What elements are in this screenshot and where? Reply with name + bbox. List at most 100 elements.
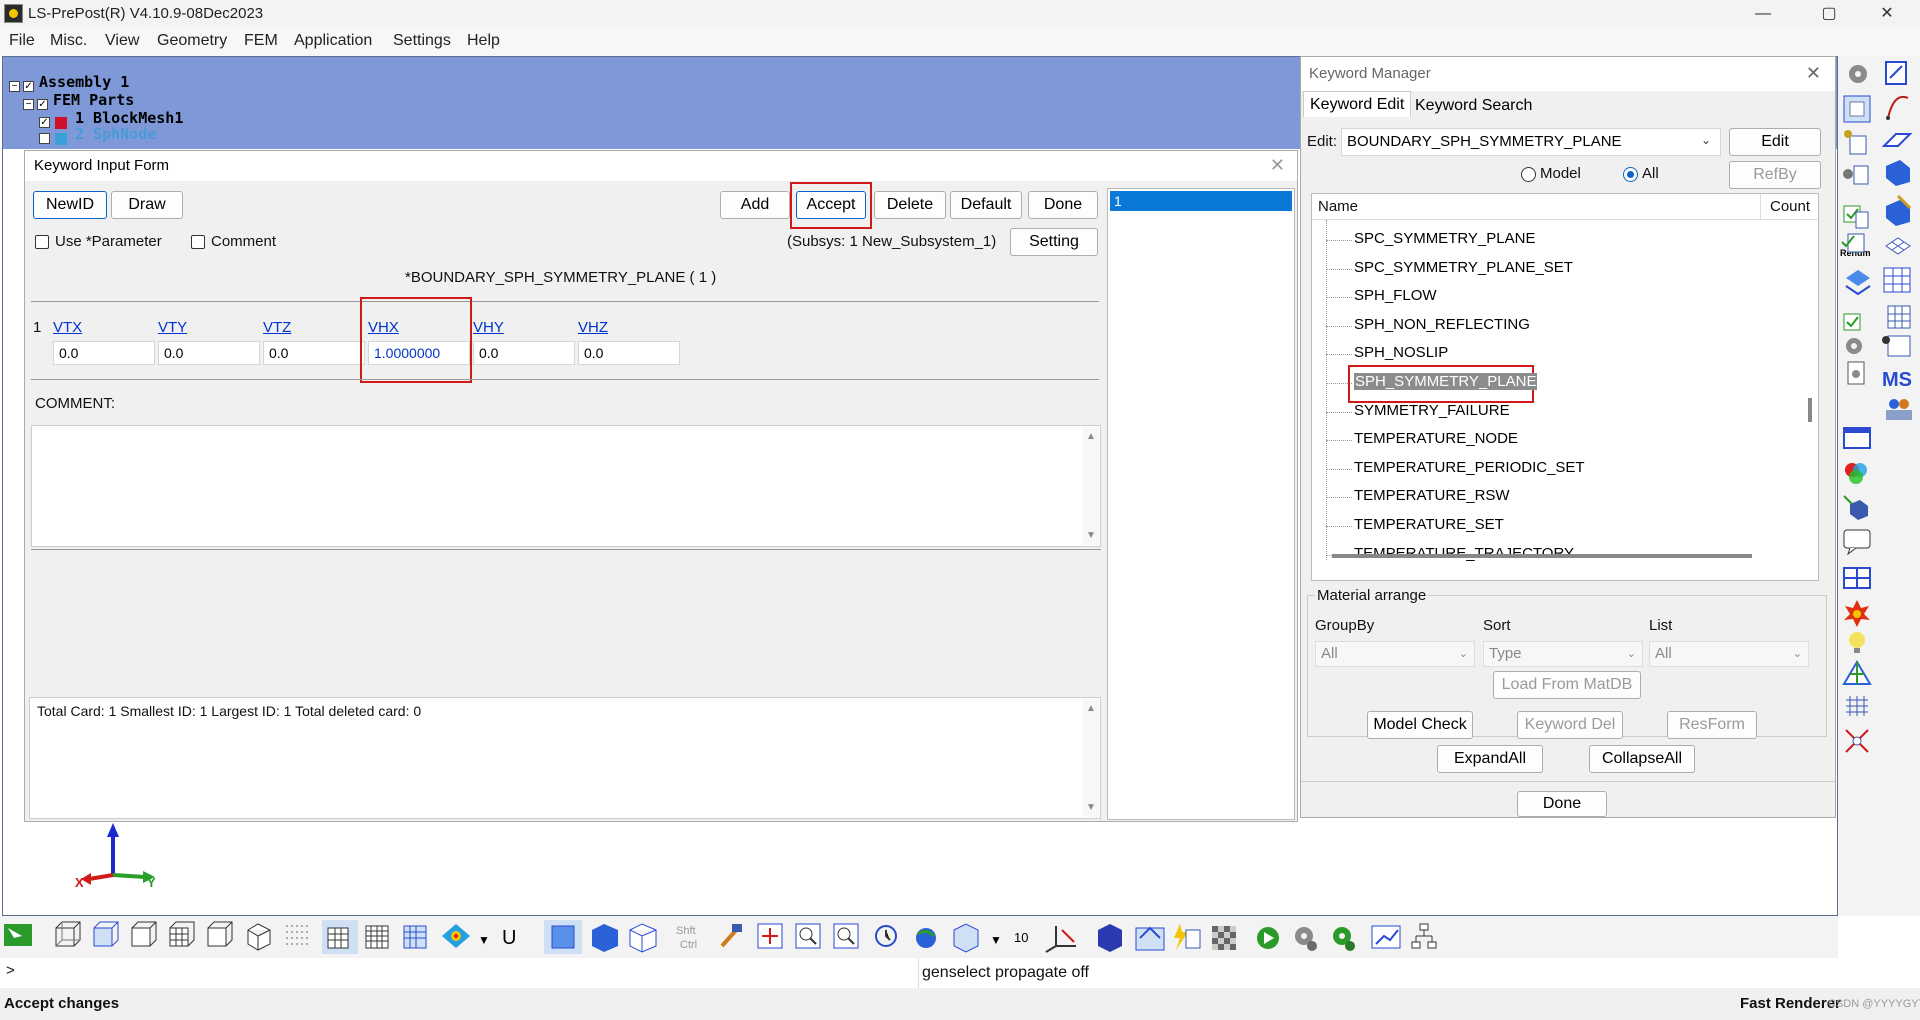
default-button[interactable]: Default bbox=[950, 191, 1022, 219]
tree-expander[interactable]: − bbox=[23, 99, 34, 110]
keyword-item[interactable]: TEMPERATURE_SET bbox=[1354, 516, 1504, 533]
close-button[interactable]: ✕ bbox=[1864, 2, 1910, 26]
people-icon[interactable] bbox=[1886, 399, 1912, 420]
keyword-item[interactable]: TEMPERATURE_NODE bbox=[1354, 430, 1518, 447]
element-edit-icon[interactable] bbox=[1843, 95, 1871, 123]
u-label[interactable]: U bbox=[502, 927, 516, 949]
id-list-item[interactable]: 1 bbox=[1110, 191, 1292, 211]
comment-checkbox[interactable] bbox=[191, 235, 205, 249]
menu-settings[interactable]: Settings bbox=[393, 32, 451, 50]
tree-expander[interactable]: − bbox=[9, 81, 20, 92]
outline-cube-icon[interactable] bbox=[247, 923, 271, 951]
manager-close-icon[interactable]: ✕ bbox=[1806, 63, 1821, 84]
blue-mesh-icon[interactable] bbox=[403, 925, 427, 949]
edit-combo[interactable]: BOUNDARY_SPH_SYMMETRY_PLANE bbox=[1341, 128, 1721, 156]
tab-keyword-edit[interactable]: Keyword Edit bbox=[1303, 91, 1412, 117]
field-input-vhy[interactable]: 0.0 bbox=[473, 341, 575, 365]
part2-checkbox[interactable] bbox=[39, 133, 50, 144]
cube-blue-icon[interactable] bbox=[551, 925, 575, 949]
lightbulb-icon[interactable] bbox=[1849, 632, 1865, 653]
box-icon[interactable] bbox=[1098, 924, 1122, 952]
keyword-tree[interactable]: Name Count SPC_SYMMETRY_PLANE SPC_SYMMETR… bbox=[1311, 193, 1819, 581]
rotate-icon[interactable] bbox=[875, 925, 897, 947]
manager-done-button[interactable]: Done bbox=[1517, 791, 1607, 817]
column-count-header[interactable]: Count bbox=[1770, 198, 1810, 215]
field-input-vtx[interactable]: 0.0 bbox=[53, 341, 155, 365]
field-input-vty[interactable]: 0.0 bbox=[158, 341, 260, 365]
dropdown-arrow-icon[interactable]: ▼ bbox=[478, 933, 490, 947]
node-edit-icon[interactable] bbox=[1885, 61, 1907, 85]
grid-cube-selected-icon[interactable] bbox=[322, 920, 358, 954]
cube-solid-icon[interactable] bbox=[592, 924, 618, 952]
tree-assembly[interactable]: Assembly 1 bbox=[39, 73, 129, 91]
tree-fem-parts[interactable]: FEM Parts bbox=[53, 91, 134, 109]
tree-structure-icon[interactable] bbox=[1411, 923, 1437, 949]
add-button[interactable]: Add bbox=[720, 191, 790, 219]
field-label-vhz[interactable]: VHZ bbox=[578, 319, 608, 336]
groupby-combo[interactable]: All ⌄ bbox=[1315, 641, 1475, 667]
tab-keyword-search[interactable]: Keyword Search bbox=[1409, 93, 1538, 119]
fringe-icon[interactable] bbox=[442, 924, 470, 948]
menu-help[interactable]: Help bbox=[467, 32, 500, 50]
list-icon[interactable] bbox=[1844, 130, 1867, 155]
ms-label[interactable]: MS bbox=[1882, 369, 1912, 391]
keyword-item[interactable]: SPH_NOSLIP bbox=[1354, 344, 1448, 361]
globe-icon[interactable] bbox=[916, 928, 936, 948]
all-radio[interactable] bbox=[1623, 167, 1638, 182]
menu-view[interactable]: View bbox=[105, 32, 139, 50]
dense-mesh-icon[interactable] bbox=[365, 925, 389, 949]
setting-button[interactable]: Setting bbox=[1010, 228, 1098, 256]
menu-misc[interactable]: Misc. bbox=[50, 32, 87, 50]
resform-button[interactable]: ResForm bbox=[1667, 711, 1757, 739]
dots-grid-icon[interactable] bbox=[1846, 696, 1868, 716]
field-label-vtz[interactable]: VTZ bbox=[263, 319, 291, 336]
green-gears-icon[interactable] bbox=[1333, 927, 1355, 951]
keyword-item[interactable]: SPC_SYMMETRY_PLANE_SET bbox=[1354, 259, 1573, 276]
chevron-down-icon[interactable]: ⌄ bbox=[1701, 133, 1711, 147]
edit-button[interactable]: Edit bbox=[1729, 128, 1821, 156]
window-icon[interactable] bbox=[1843, 427, 1871, 449]
settings-list-icon[interactable] bbox=[1843, 165, 1869, 185]
grid-doc-icon[interactable] bbox=[1887, 305, 1911, 329]
field-label-vtx[interactable]: VTX bbox=[53, 319, 82, 336]
cross-connect-icon[interactable] bbox=[1845, 729, 1869, 753]
sort-combo[interactable]: Type ⌄ bbox=[1483, 641, 1643, 667]
mesh-cube-icon[interactable] bbox=[169, 921, 195, 947]
shaded-cube-icon[interactable] bbox=[93, 921, 119, 947]
speech-icon[interactable] bbox=[1843, 529, 1871, 556]
zoom-fit-icon[interactable] bbox=[833, 923, 859, 949]
done-button[interactable]: Done bbox=[1028, 191, 1098, 219]
keyword-item[interactable]: SPH_FLOW bbox=[1354, 287, 1437, 304]
list-combo[interactable]: All ⌄ bbox=[1649, 641, 1809, 667]
keyword-del-button[interactable]: Keyword Del bbox=[1517, 711, 1623, 739]
grid-table-icon[interactable] bbox=[1883, 267, 1911, 293]
plane-icon[interactable] bbox=[1881, 133, 1913, 147]
field-label-vhy[interactable]: VHY bbox=[473, 319, 504, 336]
part1-checkbox[interactable]: ✓ bbox=[39, 117, 50, 128]
maximize-button[interactable]: ▢ bbox=[1806, 2, 1852, 26]
hidden-line-cube-icon[interactable] bbox=[131, 921, 157, 947]
keyword-item[interactable]: SPC_SYMMETRY_PLANE bbox=[1354, 230, 1535, 247]
keyword-item[interactable]: SYMMETRY_FAILURE bbox=[1354, 402, 1510, 419]
tree-scroll-thumb[interactable] bbox=[1808, 398, 1812, 422]
refby-button[interactable]: RefBy bbox=[1729, 161, 1821, 189]
menu-fem[interactable]: FEM bbox=[244, 32, 278, 50]
zoom-box-icon[interactable] bbox=[795, 923, 821, 949]
field-label-vty[interactable]: VTY bbox=[158, 319, 187, 336]
menu-application[interactable]: Application bbox=[294, 32, 372, 50]
dropdown-arrow-icon[interactable]: ▼ bbox=[990, 933, 1002, 947]
summary-scrollbar[interactable]: ▲ ▼ bbox=[1083, 699, 1099, 817]
model-check-button[interactable]: Model Check bbox=[1367, 711, 1473, 739]
menu-file[interactable]: File bbox=[9, 32, 35, 50]
lightning-list-icon[interactable] bbox=[1174, 924, 1201, 950]
explosion-icon[interactable] bbox=[1844, 600, 1870, 627]
use-parameter-checkbox[interactable] bbox=[35, 235, 49, 249]
comment-scrollbar[interactable]: ▲ ▼ bbox=[1083, 427, 1099, 545]
collapseall-button[interactable]: CollapseAll bbox=[1589, 745, 1695, 773]
cube-move-icon[interactable] bbox=[1886, 194, 1912, 226]
draw-button[interactable]: Draw bbox=[111, 191, 183, 219]
color-wheel-icon[interactable] bbox=[1845, 463, 1867, 484]
mesh-tri-icon[interactable] bbox=[1842, 660, 1872, 685]
pointer-select-icon[interactable] bbox=[4, 924, 32, 946]
assembly-checkbox[interactable]: ✓ bbox=[23, 81, 34, 92]
